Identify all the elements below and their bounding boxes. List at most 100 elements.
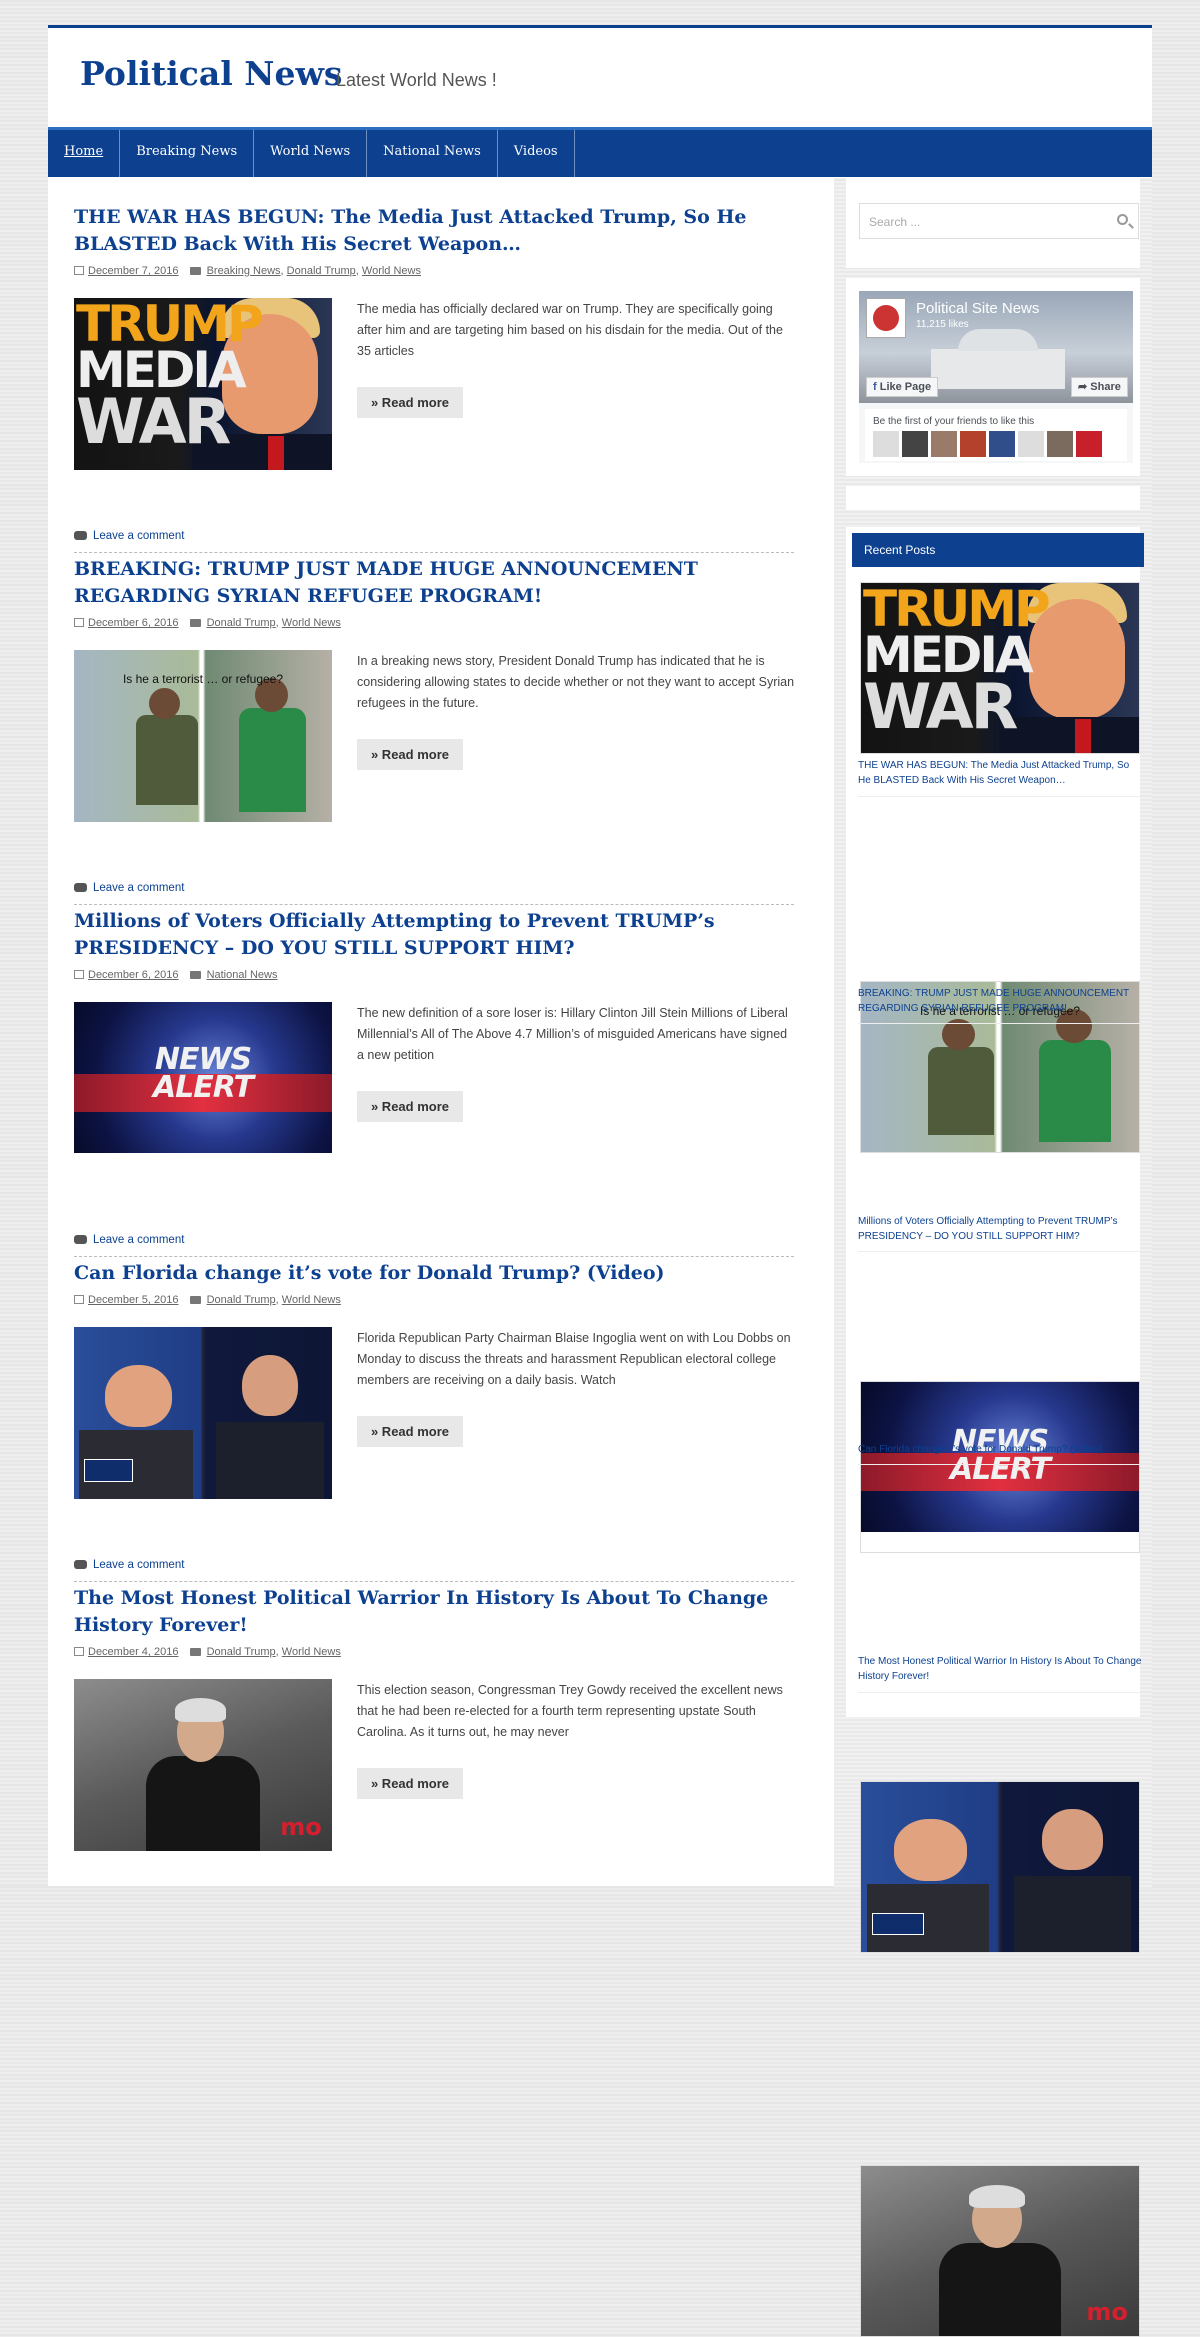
avatar[interactable] — [902, 431, 928, 457]
calendar-icon — [74, 618, 84, 627]
avatar[interactable] — [1076, 431, 1102, 457]
avatar[interactable] — [960, 431, 986, 457]
thumbnail-text: mo — [280, 1813, 322, 1841]
facebook-share-button[interactable]: ➦ Share — [1071, 377, 1128, 397]
thumbnail-figure — [105, 1365, 172, 1427]
post-date[interactable]: December 6, 2016 — [88, 617, 179, 629]
nav-item-videos[interactable]: Videos — [498, 130, 575, 177]
category-link[interactable]: National News — [207, 969, 278, 981]
post-title[interactable]: The Most Honest Political Warrior In His… — [74, 1585, 794, 1639]
folder-icon — [190, 1648, 201, 1656]
post-title[interactable]: BREAKING: TRUMP JUST MADE HUGE ANNOUNCEM… — [74, 556, 794, 610]
post-excerpt: This election season, Congressman Trey G… — [357, 1680, 797, 1743]
nav-item-world-news[interactable]: World News — [254, 130, 367, 177]
post-thumbnail[interactable]: mo — [74, 1679, 332, 1851]
thumbnail-text: WAR — [76, 392, 228, 452]
recent-post-link[interactable]: The Most Honest Political Warrior In His… — [858, 1654, 1142, 1684]
post-date[interactable]: December 4, 2016 — [88, 1646, 179, 1658]
search-placeholder: Search ... — [869, 215, 920, 229]
recent-post-link[interactable]: BREAKING: TRUMP JUST MADE HUGE ANNOUNCEM… — [858, 986, 1142, 1016]
comment-icon — [74, 1235, 87, 1244]
post-meta: December 6, 2016 Donald Trump, World New… — [74, 617, 341, 629]
facebook-cover[interactable]: Political Site News 11,215 likes f Like … — [859, 291, 1133, 403]
recent-post-link[interactable]: THE WAR HAS BEGUN: The Media Just Attack… — [858, 758, 1142, 788]
read-more-button[interactable]: » Read more — [357, 1768, 463, 1799]
post: Millions of Voters Officially Attempting… — [74, 908, 794, 1260]
facebook-page-avatar[interactable] — [866, 298, 906, 338]
leave-comment-link[interactable]: Leave a comment — [74, 530, 184, 542]
nav-item-breaking-news[interactable]: Breaking News — [120, 130, 254, 177]
thumbnail-text: ALERT — [74, 1074, 332, 1102]
thumbnail-text: mo — [1086, 2298, 1128, 2326]
leave-comment-link[interactable]: Leave a comment — [74, 882, 184, 894]
category-link[interactable]: World News — [362, 265, 421, 277]
site-tagline: Latest World News ! — [336, 70, 497, 91]
avatar[interactable] — [1047, 431, 1073, 457]
facebook-page-name[interactable]: Political Site News — [916, 300, 1039, 317]
thumbnail-text: Is he a terrorist … or refugee? — [74, 672, 332, 686]
facebook-friends-inner: Be the first of your friends to like thi… — [865, 409, 1127, 461]
thumbnail-figure — [149, 688, 180, 719]
avatar[interactable] — [1018, 431, 1044, 457]
thumbnail-figure — [216, 1422, 324, 1499]
post-date[interactable]: December 6, 2016 — [88, 969, 179, 981]
category-link[interactable]: World News — [282, 617, 341, 629]
post-thumbnail[interactable]: TRUMP MEDIA WAR — [74, 298, 332, 470]
comment-icon — [74, 1560, 87, 1569]
recent-post-thumbnail[interactable] — [860, 1781, 1140, 1953]
leave-comment-link[interactable]: Leave a comment — [74, 1234, 184, 1246]
post-title[interactable]: Can Florida change it’s vote for Donald … — [74, 1260, 794, 1287]
share-button-label: Share — [1090, 381, 1121, 393]
post-separator — [74, 1256, 794, 1257]
category-link[interactable]: World News — [282, 1294, 341, 1306]
nav-item-national-news[interactable]: National News — [367, 130, 498, 177]
post-date[interactable]: December 5, 2016 — [88, 1294, 179, 1306]
category-link[interactable]: Breaking News — [207, 265, 281, 277]
post-thumbnail[interactable]: Is he a terrorist … or refugee? — [74, 650, 332, 822]
category-link[interactable]: World News — [282, 1646, 341, 1658]
read-more-button[interactable]: » Read more — [357, 1091, 463, 1122]
avatar[interactable] — [989, 431, 1015, 457]
recent-post-thumbnail[interactable]: NEWS ALERT — [860, 1381, 1140, 1553]
facebook-friends-text: Be the first of your friends to like thi… — [873, 416, 1034, 427]
comment-label: Leave a comment — [93, 1559, 184, 1571]
thumbnail-figure — [146, 1756, 260, 1851]
thumbnail-figure — [136, 715, 198, 804]
folder-icon — [190, 267, 201, 275]
facebook-like-count: 11,215 likes — [916, 319, 969, 330]
post-title[interactable]: THE WAR HAS BEGUN: The Media Just Attack… — [74, 204, 794, 258]
thumbnail-figure — [939, 2243, 1061, 2337]
category-link[interactable]: Donald Trump — [207, 617, 276, 629]
facebook-icon: f — [873, 381, 877, 393]
facebook-friends-box: Be the first of your friends to like thi… — [859, 403, 1133, 463]
category-link[interactable]: Donald Trump — [207, 1294, 276, 1306]
post-title[interactable]: Millions of Voters Officially Attempting… — [74, 908, 794, 962]
recent-post-link[interactable]: Can Florida change it’s vote for Donald … — [858, 1442, 1142, 1457]
avatar[interactable] — [873, 431, 899, 457]
post-meta: December 7, 2016 Breaking News, Donald T… — [74, 265, 421, 277]
post-thumbnail[interactable]: NEWS ALERT — [74, 1002, 332, 1174]
recent-post-link[interactable]: Millions of Voters Officially Attempting… — [858, 1214, 1142, 1244]
folder-icon — [190, 971, 201, 979]
recent-post-thumbnail[interactable]: mo — [860, 2165, 1140, 2337]
read-more-button[interactable]: » Read more — [357, 739, 463, 770]
recent-post-thumbnail[interactable]: TRUMP MEDIA WAR — [860, 582, 1140, 754]
search-icon[interactable] — [1117, 214, 1128, 225]
read-more-button[interactable]: » Read more — [357, 387, 463, 418]
category-link[interactable]: Donald Trump — [287, 265, 356, 277]
recent-post-separator — [858, 796, 1140, 797]
empty-widget — [846, 486, 1140, 510]
post-thumbnail[interactable] — [74, 1327, 332, 1499]
calendar-icon — [74, 1647, 84, 1656]
facebook-like-button[interactable]: f Like Page — [866, 377, 938, 397]
leave-comment-link[interactable]: Leave a comment — [74, 1559, 184, 1571]
search-input[interactable]: Search ... — [859, 203, 1139, 239]
thumbnail-figure — [1039, 1040, 1111, 1142]
post: BREAKING: TRUMP JUST MADE HUGE ANNOUNCEM… — [74, 556, 794, 908]
read-more-button[interactable]: » Read more — [357, 1416, 463, 1447]
post-date[interactable]: December 7, 2016 — [88, 265, 179, 277]
site-title[interactable]: Political News — [80, 54, 342, 93]
category-link[interactable]: Donald Trump — [207, 1646, 276, 1658]
nav-item-home[interactable]: Home — [48, 130, 120, 177]
avatar[interactable] — [931, 431, 957, 457]
